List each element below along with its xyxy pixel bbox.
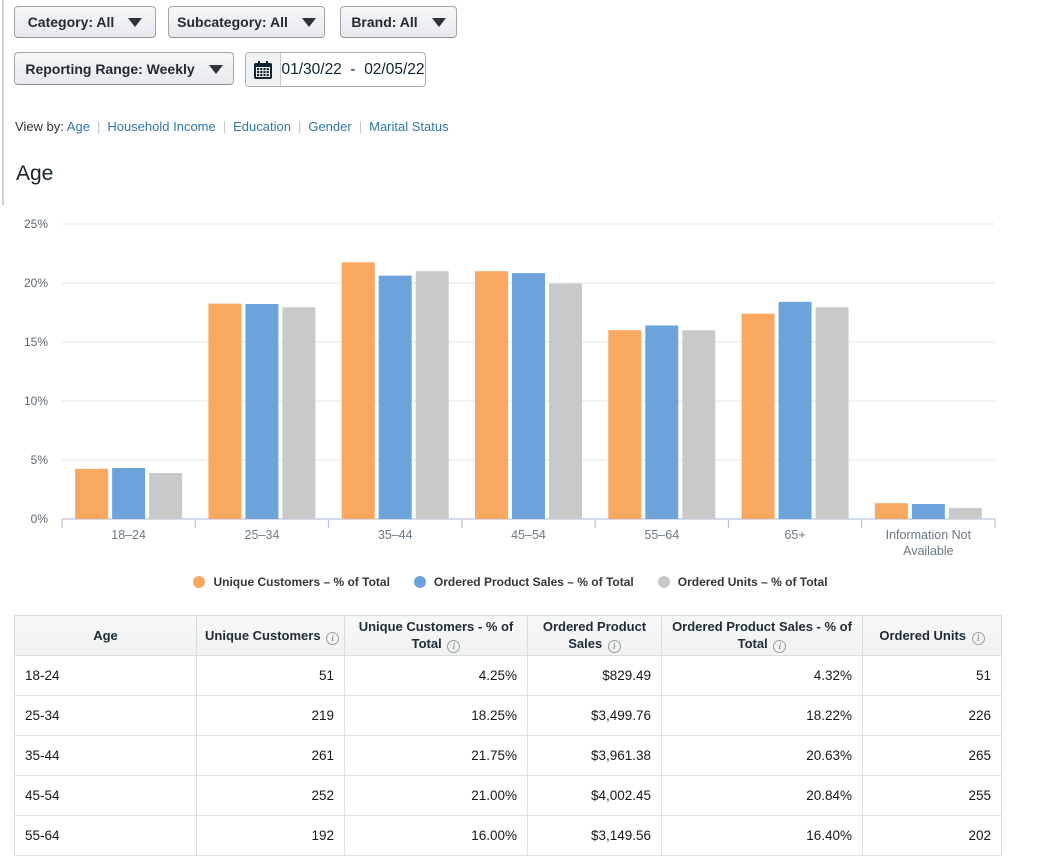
svg-text:10%: 10%: [24, 394, 48, 408]
svg-text:Available: Available: [903, 544, 954, 558]
svg-text:Information Not: Information Not: [886, 528, 972, 542]
svg-text:5%: 5%: [31, 453, 49, 467]
svg-text:0%: 0%: [31, 512, 49, 526]
svg-text:18–24: 18–24: [111, 528, 146, 542]
svg-text:20%: 20%: [24, 276, 48, 290]
svg-text:35–44: 35–44: [378, 528, 413, 542]
svg-text:25%: 25%: [24, 217, 48, 231]
svg-text:55–64: 55–64: [644, 528, 679, 542]
svg-text:15%: 15%: [24, 335, 48, 349]
svg-text:45–54: 45–54: [511, 528, 546, 542]
svg-text:65+: 65+: [784, 528, 805, 542]
svg-text:25–34: 25–34: [245, 528, 280, 542]
